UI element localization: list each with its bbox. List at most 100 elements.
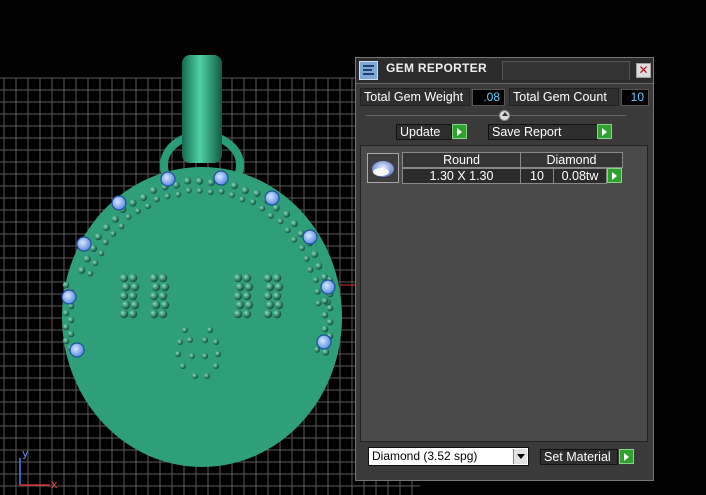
pave-bead — [67, 330, 75, 338]
pave-bead — [299, 245, 305, 251]
save-report-arrow-icon[interactable] — [597, 124, 612, 139]
pave-bead — [140, 193, 148, 202]
gem-size-cell[interactable]: 1.30 X 1.30 — [402, 168, 521, 184]
face-bead — [175, 351, 181, 357]
bezel-gem — [111, 195, 127, 211]
total-gem-count-label: Total Gem Count — [509, 88, 619, 106]
face-bead — [158, 291, 168, 301]
pendant-body — [62, 167, 342, 467]
panel-title: GEM REPORTER — [386, 61, 487, 75]
pave-bead — [110, 230, 117, 237]
face-bead — [158, 309, 168, 319]
face-bead — [160, 282, 170, 292]
collapse-toggle[interactable] — [499, 110, 510, 121]
pave-bead — [83, 255, 91, 263]
face-bead — [151, 300, 161, 310]
chevron-down-icon[interactable] — [513, 449, 527, 464]
face-bead — [119, 309, 129, 319]
face-bead — [215, 351, 221, 357]
face-bead — [202, 337, 208, 343]
close-button[interactable]: ✕ — [636, 63, 651, 78]
pave-bead — [78, 266, 86, 274]
gem-list[interactable]: Round Diamond 1.30 X 1.30 10 0.08tw — [360, 145, 648, 442]
bail-tube — [182, 55, 222, 163]
pave-bead — [94, 233, 102, 241]
face-bead — [272, 273, 282, 283]
face-bead — [233, 273, 243, 283]
pave-bead — [144, 203, 151, 210]
face-bead — [263, 273, 273, 283]
face-bead — [130, 282, 140, 292]
face-bead — [207, 327, 213, 333]
face-bead — [121, 282, 131, 292]
pave-bead — [111, 215, 119, 223]
pave-bead — [67, 316, 75, 324]
pave-bead — [291, 236, 298, 243]
bezel-gem — [160, 171, 176, 187]
face-bead — [204, 373, 210, 379]
pave-bead — [241, 186, 249, 194]
face-bead — [187, 337, 193, 343]
face-bead — [274, 282, 284, 292]
bezel-gem — [213, 170, 229, 186]
pave-bead — [149, 186, 157, 194]
face-bead — [244, 300, 254, 310]
shape-header: Round — [402, 152, 521, 168]
pave-bead — [282, 210, 291, 218]
face-bead — [158, 273, 168, 283]
gem-thumbnail-icon[interactable] — [367, 153, 399, 183]
pave-bead — [134, 208, 141, 214]
pave-bead — [326, 318, 334, 326]
pave-bead — [321, 325, 329, 333]
row-arrow-icon[interactable] — [607, 168, 622, 183]
face-bead — [213, 339, 219, 345]
face-bead — [242, 291, 252, 301]
gem-count-cell[interactable]: 10 — [520, 168, 554, 184]
pave-bead — [322, 348, 330, 356]
face-bead — [202, 353, 208, 359]
face-bead — [235, 282, 245, 292]
pave-bead — [321, 311, 329, 319]
pave-bead — [184, 177, 192, 185]
face-bead — [128, 273, 138, 283]
material-select[interactable]: Diamond (3.52 spg) — [368, 447, 529, 466]
pave-bead — [196, 187, 203, 194]
pave-bead — [62, 323, 70, 331]
face-bead — [119, 291, 129, 301]
face-bead — [265, 282, 275, 292]
pave-bead — [98, 250, 105, 257]
face-bead — [233, 309, 243, 319]
pave-bead — [62, 337, 70, 345]
face-bead — [180, 363, 186, 369]
bezel-gem — [61, 289, 77, 305]
update-button[interactable]: Update — [396, 124, 452, 140]
bezel-gem — [316, 334, 332, 350]
pave-bead — [62, 309, 70, 317]
pave-bead — [118, 223, 125, 230]
pave-bead — [326, 304, 334, 312]
gem-reporter-icon — [359, 61, 378, 80]
set-material-arrow-icon[interactable] — [619, 449, 634, 464]
save-report-button[interactable]: Save Report — [488, 124, 598, 140]
axis-y-label: y — [22, 447, 29, 460]
face-bead — [130, 300, 140, 310]
pave-bead — [315, 300, 322, 307]
face-bead — [213, 363, 219, 369]
pave-bead — [315, 262, 323, 270]
set-material-button[interactable]: Set Material — [540, 449, 618, 465]
pave-bead — [129, 199, 137, 207]
pave-bead — [207, 189, 214, 196]
pave-bead — [311, 250, 319, 258]
face-bead — [272, 291, 282, 301]
set-material-button-label: Set Material — [544, 450, 611, 464]
pave-bead — [321, 297, 329, 305]
pave-bead — [196, 177, 204, 185]
update-arrow-icon[interactable] — [452, 124, 467, 139]
gem-weight-cell[interactable]: 0.08tw — [553, 168, 607, 184]
pave-bead — [239, 196, 246, 203]
panel-titlebar[interactable]: GEM REPORTER ✕ — [356, 58, 653, 84]
face-bead — [149, 309, 159, 319]
bezel-gem — [264, 190, 280, 206]
face-bead — [189, 353, 195, 359]
save-report-button-label: Save Report — [492, 125, 562, 139]
